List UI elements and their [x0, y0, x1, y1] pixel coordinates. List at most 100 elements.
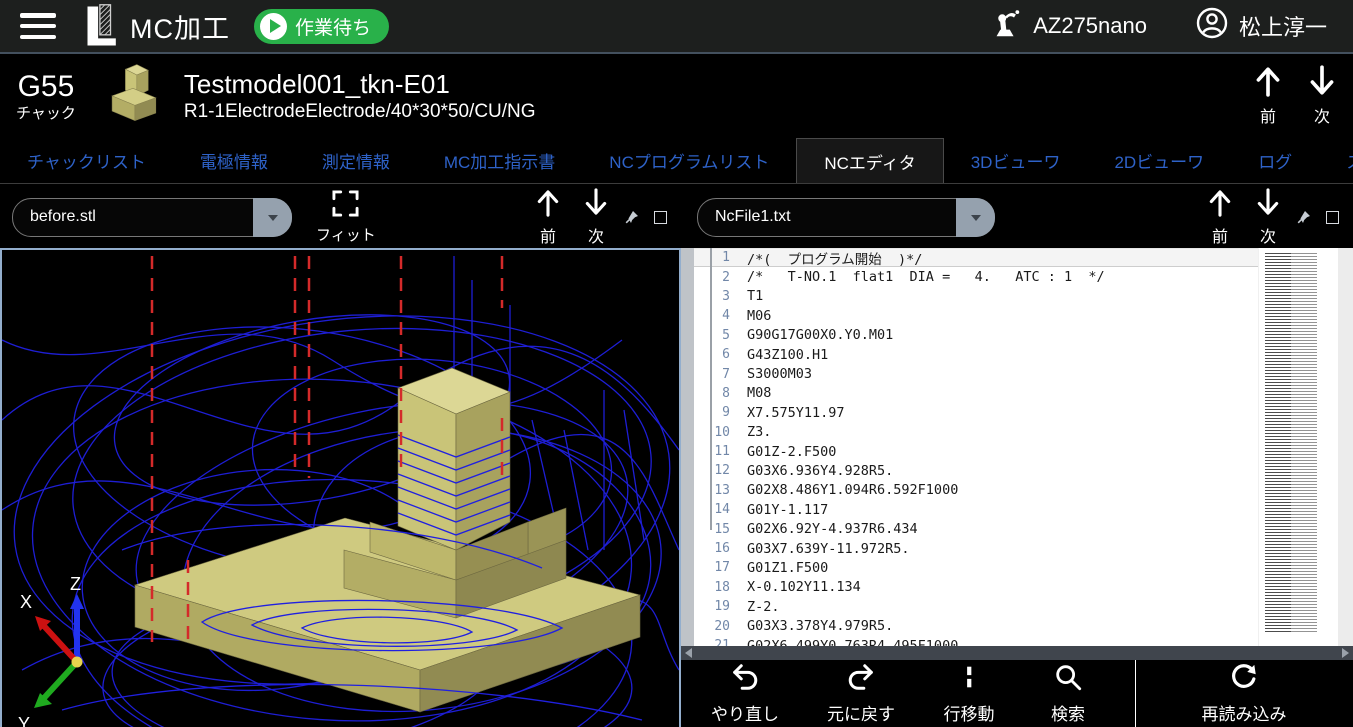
line-number: 3: [694, 289, 730, 304]
tool-label: 再読み込み: [1202, 700, 1287, 725]
3d-viewport[interactable]: X Y Z: [0, 248, 681, 727]
viewer-prev-button[interactable]: 前: [536, 188, 560, 247]
tab-3d-viewer[interactable]: 3Dビューワ: [944, 138, 1088, 183]
prev-workpiece-button[interactable]: 前: [1255, 65, 1281, 127]
top-bar: MC加工 作業待ち AZ275nano: [0, 0, 1353, 54]
tool-label: 行移動: [944, 700, 995, 725]
line-number: 19: [694, 599, 730, 614]
arrow-down-icon: [1256, 188, 1280, 222]
tab-status[interactable]: ステータス: [1319, 138, 1353, 183]
tab-log[interactable]: ログ: [1231, 138, 1319, 183]
tab-nc-program-list[interactable]: NCプログラムリスト: [582, 138, 796, 183]
code-area[interactable]: 1/*( プログラム開始 )*/2/* T-NO.1 flat1 DIA = 4…: [694, 248, 1258, 646]
redo-arrow-button[interactable]: 元に戻す: [813, 662, 909, 725]
code-line[interactable]: 14G01Y-1.117: [694, 500, 1258, 519]
chevron-down-icon[interactable]: [253, 198, 292, 237]
tab-nc-editor[interactable]: NCエディタ: [796, 138, 943, 183]
tab-bar: チャックリスト電極情報測定情報MC加工指示書NCプログラムリストNCエディタ3D…: [0, 138, 1353, 184]
maximize-icon[interactable]: [1326, 211, 1339, 224]
reload-button[interactable]: 再読み込み: [1178, 662, 1310, 725]
code-line[interactable]: 16G03X7.639Y-11.972R5.: [694, 539, 1258, 558]
next-workpiece-button[interactable]: 次: [1309, 65, 1335, 127]
axis-z-label: Z: [70, 574, 81, 594]
code-text: G02X6.499Y0.763R4.495F1000: [747, 638, 958, 647]
editor-vertical-scrollbar[interactable]: [1338, 248, 1353, 646]
editor-left-scrollbar[interactable]: [681, 248, 694, 646]
line-number: 9: [694, 405, 730, 420]
code-line[interactable]: 11G01Z-2.F500: [694, 442, 1258, 461]
machine-indicator[interactable]: AZ275nano: [989, 7, 1147, 45]
chevron-down-icon[interactable]: [956, 198, 995, 237]
unpin-icon[interactable]: [624, 209, 640, 225]
viewer-next-button[interactable]: 次: [584, 188, 608, 247]
code-text: T1: [747, 288, 763, 304]
code-line[interactable]: 9 X7.575Y11.97: [694, 403, 1258, 422]
line-move-button[interactable]: 行移動: [929, 662, 1009, 725]
minimap[interactable]: [1258, 248, 1338, 646]
tab-2d-viewer[interactable]: 2Dビューワ: [1087, 138, 1231, 183]
line-number: 16: [694, 541, 730, 556]
code-text: /*( プログラム開始 )*/: [747, 248, 922, 268]
code-line[interactable]: 5G90G17G00X0.Y0.M01: [694, 326, 1258, 345]
code-line[interactable]: 20G03X3.378Y4.979R5.: [694, 616, 1258, 635]
arrow-down-icon: [1309, 65, 1335, 102]
line-number: 13: [694, 483, 730, 498]
work-offset-block: G55 チャック: [16, 70, 76, 122]
tab-chuck-list[interactable]: チャックリスト: [0, 138, 173, 183]
maximize-icon[interactable]: [654, 211, 667, 224]
code-line[interactable]: 10Z3.: [694, 423, 1258, 442]
code-line[interactable]: 2/* T-NO.1 flat1 DIA = 4. ATC : 1 */: [694, 267, 1258, 286]
code-text: G02X8.486Y1.094R6.592F1000: [747, 482, 958, 498]
editor-horizontal-scrollbar[interactable]: [681, 646, 1353, 660]
undo-arrow-button[interactable]: やり直し: [699, 662, 791, 725]
model-file-select[interactable]: before.stl: [12, 198, 292, 237]
code-line[interactable]: 7S3000M03: [694, 364, 1258, 383]
line-number: 6: [694, 347, 730, 362]
prev-label: 前: [1260, 103, 1276, 127]
workpiece-subtitle: R1-1ElectrodeElectrode/40*30*50/CU/NG: [184, 100, 536, 124]
editor-next-button[interactable]: 次: [1256, 188, 1280, 247]
reload-icon: [1229, 662, 1259, 697]
code-line[interactable]: 8M08: [694, 384, 1258, 403]
app-logo-icon: [76, 2, 122, 50]
code-line[interactable]: 1/*( プログラム開始 )*/: [694, 248, 1258, 267]
line-number: 15: [694, 522, 730, 537]
status-badge[interactable]: 作業待ち: [254, 9, 389, 44]
code-line[interactable]: 3 T1: [694, 287, 1258, 306]
code-line[interactable]: 12G03X6.936Y4.928R5.: [694, 461, 1258, 480]
axis-y-label: Y: [18, 714, 30, 727]
play-icon: [260, 13, 287, 40]
tab-mc-instruction[interactable]: MC加工指示書: [417, 138, 582, 183]
code-line[interactable]: 17G01Z1.F500: [694, 558, 1258, 577]
hamburger-menu-icon[interactable]: [20, 13, 56, 39]
unpin-icon[interactable]: [1296, 209, 1312, 225]
code-line[interactable]: 4M06: [694, 306, 1258, 325]
workpiece-info-bar: G55 チャック Testmodel001_tkn-E01 R1-1Electr…: [0, 54, 1353, 138]
arrow-up-icon: [536, 188, 560, 222]
code-line[interactable]: 13 G02X8.486Y1.094R6.592F1000: [694, 481, 1258, 500]
toolbar-divider: [1135, 660, 1136, 727]
code-line[interactable]: 21G02X6.499Y0.763R4.495F1000: [694, 636, 1258, 646]
code-text: X7.575Y11.97: [747, 405, 845, 421]
code-line[interactable]: 15G02X6.92Y-4.937R6.434: [694, 519, 1258, 538]
code-text: G01Z-2.F500: [747, 444, 836, 460]
code-text: G03X3.378Y4.979R5.: [747, 618, 893, 634]
code-line[interactable]: 6G43Z100.H1: [694, 345, 1258, 364]
code-text: /* T-NO.1 flat1 DIA = 4. ATC : 1 */: [747, 269, 1105, 285]
tab-measurement-info[interactable]: 測定情報: [295, 138, 417, 183]
code-line[interactable]: 18X-0.102Y11.134: [694, 578, 1258, 597]
scroll-right-icon[interactable]: [1342, 648, 1349, 658]
tool-label: 元に戻す: [827, 700, 895, 725]
nc-file-select[interactable]: NcFile1.txt: [697, 198, 995, 237]
code-line[interactable]: 19Z-2.: [694, 597, 1258, 616]
tab-electrode-info[interactable]: 電極情報: [173, 138, 295, 183]
editor-prev-button[interactable]: 前: [1208, 188, 1232, 247]
scroll-left-icon[interactable]: [685, 648, 692, 658]
fit-view-button[interactable]: フィット: [316, 190, 376, 245]
axis-x-label: X: [20, 592, 32, 612]
search-button[interactable]: 検索: [1029, 662, 1107, 725]
line-number: 8: [694, 386, 730, 401]
user-indicator[interactable]: 松上淳一: [1195, 6, 1327, 46]
nc-editor[interactable]: 1/*( プログラム開始 )*/2/* T-NO.1 flat1 DIA = 4…: [681, 248, 1353, 646]
arrow-up-icon: [1255, 65, 1281, 102]
